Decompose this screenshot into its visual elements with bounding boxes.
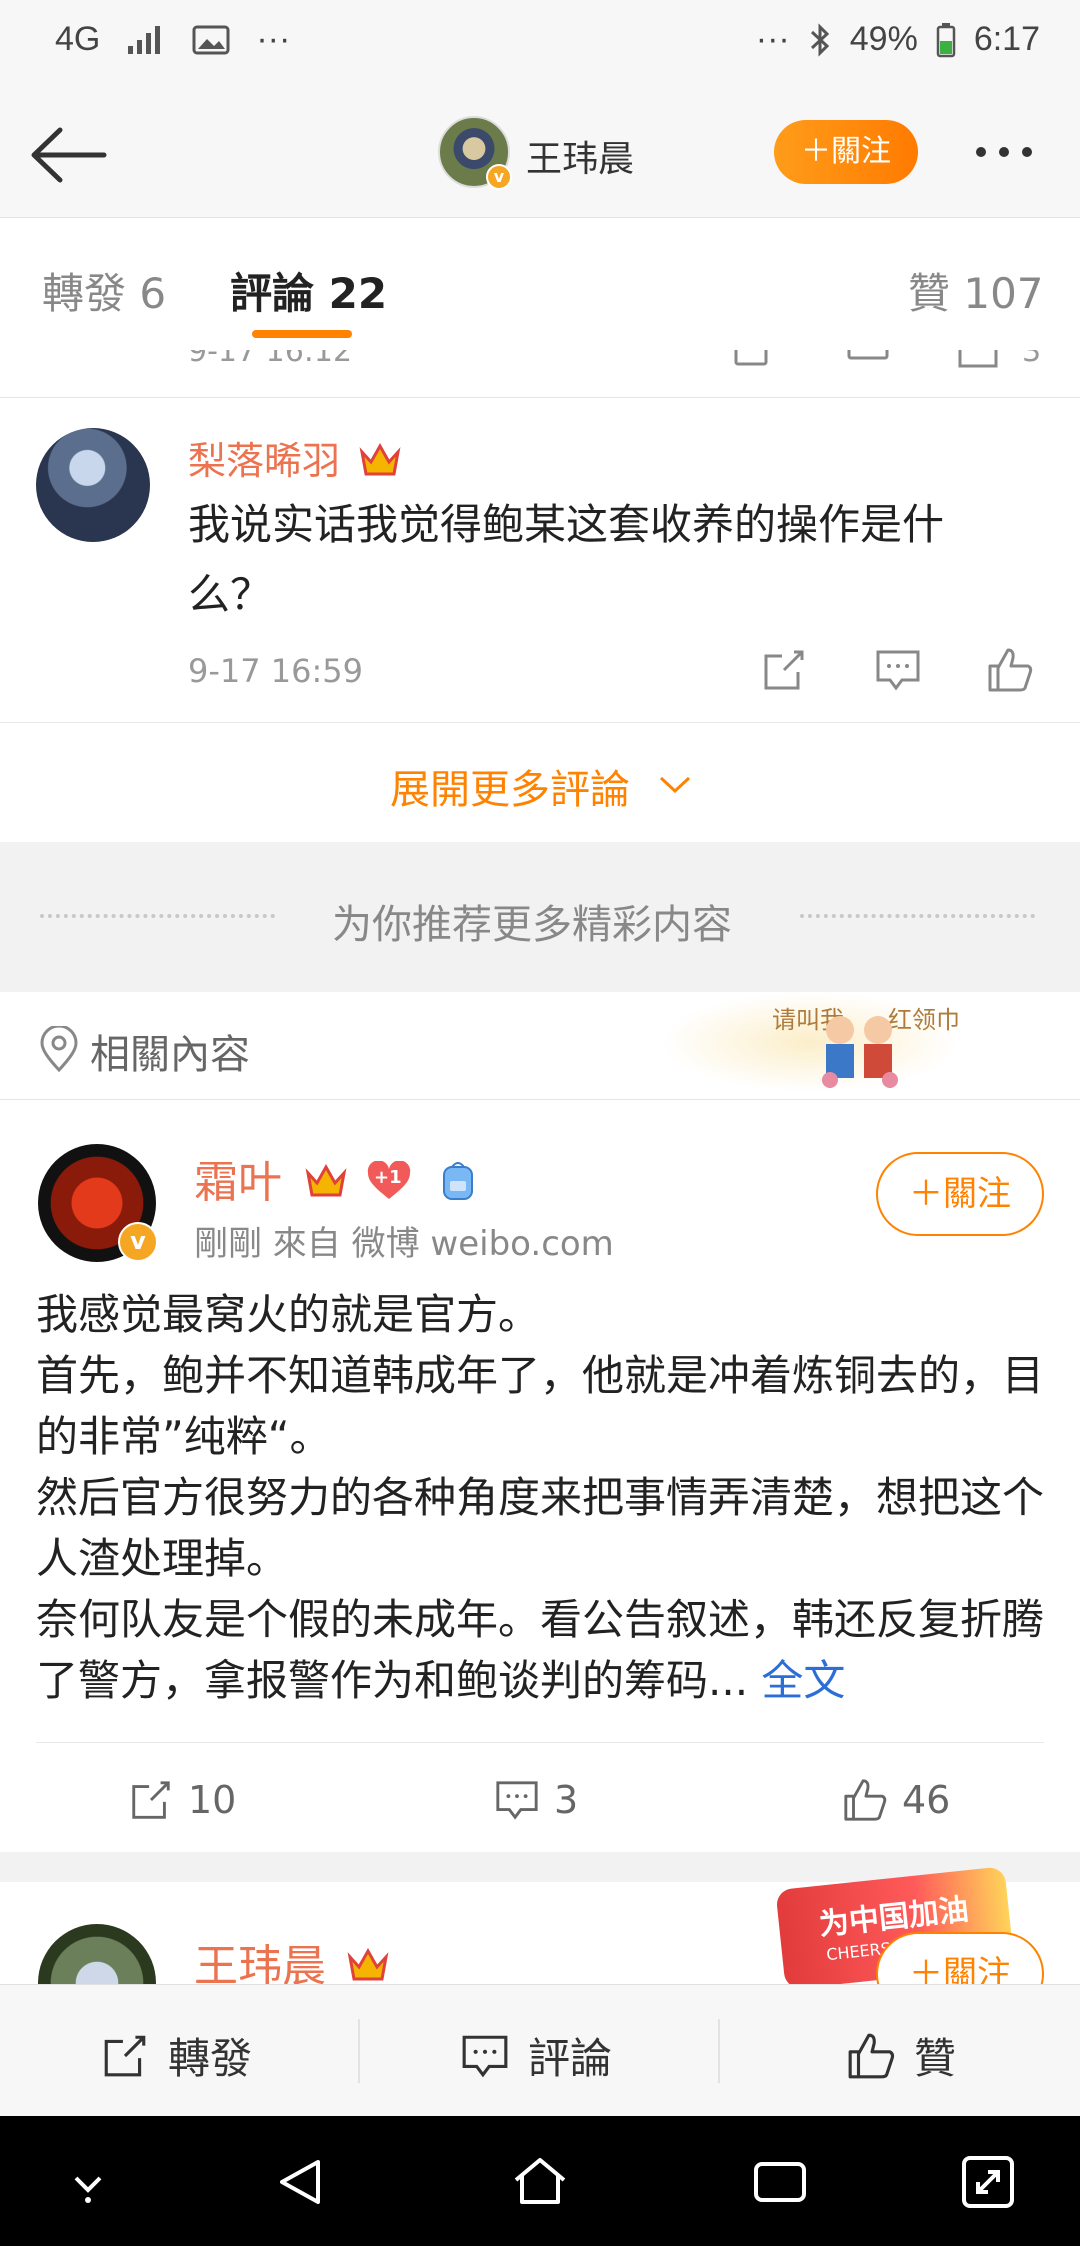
crown-badge-icon xyxy=(359,442,401,476)
post-line: 然后官方很努力的各种角度来把事情弄清楚，想把这个人渣处理掉。 xyxy=(36,1473,1045,1583)
post-line-last: 奈何队友是个假的未成年。看公告叙述，韩还反复折腾了警方，拿报警作为和鲍谈判的筹码… xyxy=(36,1589,1046,1711)
status-left: 4G ··· xyxy=(55,20,290,59)
post-like-button[interactable]: 46 xyxy=(842,1777,950,1823)
nav-recents-icon[interactable] xyxy=(750,2152,810,2212)
post-author-name-text: 霜叶 xyxy=(194,1157,282,1208)
tab-comments[interactable]: 評論 22 xyxy=(230,260,387,321)
detail-tabs: 轉發 6 評論 22 贊 107 xyxy=(0,218,1080,350)
post-line: 奈何队友是个假的未成年。看公告叙述，韩还反复折腾了警方，拿报警作为和鲍谈判的筹码… xyxy=(36,1595,1045,1705)
toolbar-divider xyxy=(358,2019,360,2083)
heart-badge-count: +1 xyxy=(374,1167,402,1188)
toolbar-repost-label: 轉發 xyxy=(168,2034,253,2083)
like-icon xyxy=(848,2033,895,2078)
verified-badge-icon: v xyxy=(118,1222,158,1262)
nav-home-icon[interactable] xyxy=(510,2152,570,2212)
toolbar-like-label: 贊 xyxy=(914,2034,957,2083)
comment-icon[interactable] xyxy=(874,646,922,694)
toolbar-comment-button[interactable]: 評論 xyxy=(460,2025,612,2086)
post-line: 首先，鲍并不知道韩成年了，他就是冲着炼铜去的，目的非常”纯粹“。 xyxy=(36,1351,1045,1461)
status-bar: 4G ··· ··· 49% 6:17 xyxy=(0,0,1080,92)
related-label: 相關內容 xyxy=(90,1032,250,1078)
repost-icon[interactable] xyxy=(732,350,776,370)
toolbar-repost-button[interactable]: 轉發 xyxy=(100,2025,252,2086)
status-right: ··· 49% 6:17 xyxy=(756,20,1040,59)
post-actions: 10 3 46 xyxy=(36,1742,1044,1852)
nav-expand-icon[interactable] xyxy=(958,2152,1018,2212)
tab-repost[interactable]: 轉發 6 xyxy=(42,260,166,321)
dotted-line-left xyxy=(40,914,275,920)
repost-count: 10 xyxy=(188,1778,237,1822)
toolbar-like-button[interactable]: 贊 xyxy=(846,2025,956,2086)
post-follow-button[interactable]: ＋關注 xyxy=(876,1152,1044,1236)
toolbar-divider xyxy=(718,2019,720,2083)
backpack-icon xyxy=(443,1162,473,1200)
related-content-header: 相關內容 请叫我 红领巾 xyxy=(0,992,1080,1100)
comment-icon xyxy=(462,2035,508,2077)
expand-more-comments[interactable]: 展開更多評論 xyxy=(0,722,1080,842)
like-icon[interactable] xyxy=(956,350,1000,370)
comment-text: 我说实话我觉得鲍某这套收养的操作是什么？ xyxy=(188,500,945,619)
dotted-line-right xyxy=(800,914,1035,920)
like-count: 46 xyxy=(902,1778,951,1822)
repost-icon xyxy=(132,1781,170,1819)
image-icon xyxy=(192,25,230,54)
crown-badge-icon xyxy=(305,1163,347,1197)
post-author-name[interactable]: 霜叶 +1 xyxy=(194,1146,476,1210)
comment-time: 9-17 16:12 xyxy=(188,350,353,369)
active-tab-indicator xyxy=(252,330,352,338)
tab-likes[interactable]: 贊 107 xyxy=(908,260,1044,321)
header-username[interactable]: 王玮晨 xyxy=(526,130,634,182)
kids-illustration-icon xyxy=(822,1016,898,1088)
expand-more-label: 展開更多評論 xyxy=(390,767,630,813)
full-text-link[interactable]: 全文 xyxy=(761,1656,845,1705)
comment-icon xyxy=(496,1781,538,1820)
battery-percent: 49% xyxy=(849,20,918,58)
verified-badge-icon: v xyxy=(486,164,512,190)
hide-keyboard-icon[interactable] xyxy=(58,2152,118,2212)
recommend-label: 为你推荐更多精彩内容 xyxy=(332,902,732,948)
commenter-name-text: 梨落晞羽 xyxy=(188,439,341,483)
bottom-toolbar: 轉發 評論 贊 xyxy=(0,1984,1080,2116)
commenter-avatar[interactable] xyxy=(36,428,150,542)
clock: 6:17 xyxy=(973,20,1040,58)
status-more: ··· xyxy=(256,20,291,58)
signal-icon xyxy=(128,25,161,54)
commenter-name[interactable]: 梨落晞羽 xyxy=(188,430,402,485)
bluetooth-icon xyxy=(810,22,829,57)
comment-count: 3 xyxy=(554,1778,579,1822)
location-pin-icon xyxy=(40,1026,78,1072)
post-comment-button[interactable]: 3 xyxy=(494,1777,578,1823)
like-count: 3 xyxy=(1022,350,1042,369)
system-nav-bar xyxy=(0,2116,1080,2246)
recommend-divider: 为你推荐更多精彩内容 xyxy=(0,842,1080,992)
toolbar-comment-label: 評論 xyxy=(528,2034,613,2083)
post-meta: 剛剛 來自 微博 weibo.com xyxy=(194,1224,614,1264)
partial-comment-footer: 9-17 16:12 3 xyxy=(0,350,1080,398)
network-indicator: 4G xyxy=(55,20,101,58)
like-icon[interactable] xyxy=(986,646,1034,694)
heart-badge: +1 xyxy=(366,1160,412,1201)
status-more-right: ··· xyxy=(755,20,790,58)
repost-icon[interactable] xyxy=(760,646,808,694)
promo-banner[interactable]: 请叫我 红领巾 xyxy=(660,992,960,1092)
header-follow-button[interactable]: ＋關注 xyxy=(774,120,918,184)
comment-icon[interactable] xyxy=(846,350,890,370)
comment-time: 9-17 16:59 xyxy=(188,652,364,690)
battery-icon xyxy=(936,22,956,57)
back-arrow-icon[interactable] xyxy=(28,122,108,188)
post-body: 我感觉最窝火的就是官方。 首先，鲍并不知道韩成年了，他就是冲着炼铜去的，目的非常… xyxy=(36,1284,1046,1711)
crown-badge-icon xyxy=(347,1947,389,1981)
post-repost-button[interactable]: 10 xyxy=(128,1777,236,1823)
like-icon xyxy=(844,1779,887,1821)
post-line: 我感觉最窝火的就是官方。 xyxy=(36,1290,541,1339)
app-header: v 王玮晨 ＋關注 xyxy=(0,92,1080,218)
repost-icon xyxy=(104,2035,146,2076)
nav-back-icon[interactable] xyxy=(270,2152,330,2212)
more-options-icon[interactable] xyxy=(976,132,1056,172)
chevron-down-icon xyxy=(659,776,691,794)
